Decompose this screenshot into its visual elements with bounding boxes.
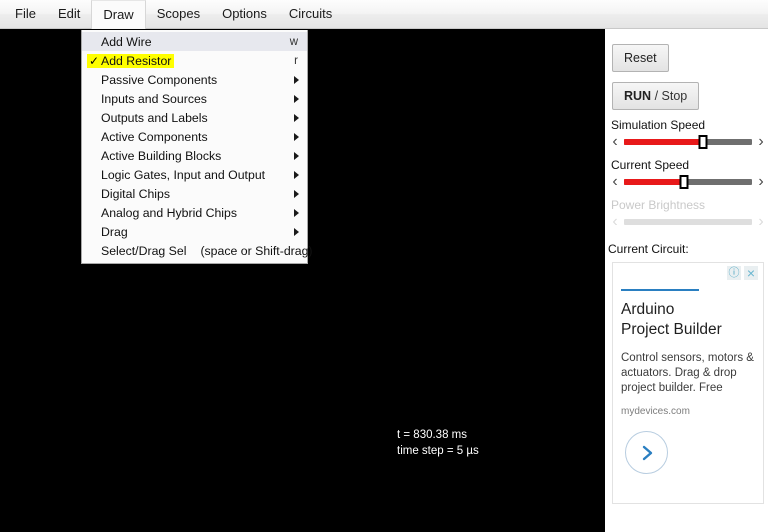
menu-options[interactable]: Options: [211, 0, 278, 29]
submenu-arrow-icon: [294, 208, 299, 217]
sidebar-panel: Reset RUN / Stop Simulation Speed ‹ › Curre…: [605, 29, 768, 532]
sim-timestep-text: time step = 5 µs: [397, 445, 479, 457]
ad-close-icon[interactable]: ×: [744, 266, 758, 280]
stop-label: / Stop: [651, 89, 688, 103]
checkmark-icon: ✓: [87, 53, 101, 68]
menu-item-active-building-blocks[interactable]: Active Building Blocks: [82, 146, 307, 165]
menu-item-label: Drag: [101, 224, 128, 239]
slider-label: Power Brightness: [611, 198, 706, 212]
menu-item-active-components[interactable]: Active Components: [82, 127, 307, 146]
slider-thumb[interactable]: [698, 134, 708, 149]
slider-row: ‹ ›: [608, 173, 768, 190]
chevron-left-icon[interactable]: ‹: [608, 173, 622, 190]
ad-info-icon[interactable]: ⓘ: [727, 266, 741, 280]
ad-title-line: Project Builder: [621, 321, 722, 338]
sim-time-text: t = 830.38 ms: [397, 429, 467, 441]
slider-track: [624, 218, 752, 225]
simulation-status: t = 830.38 ms time step = 5 µs: [397, 427, 479, 459]
advertisement-box[interactable]: ⓘ × Arduino Project Builder Control senso…: [612, 262, 764, 504]
menu-file[interactable]: File: [4, 0, 47, 29]
submenu-arrow-icon: [294, 113, 299, 122]
submenu-arrow-icon: [294, 94, 299, 103]
slider-group-simulation-speed: Simulation Speed ‹ ›: [608, 118, 768, 150]
submenu-arrow-icon: [294, 170, 299, 179]
menu-item-logic-gates-input-and-output[interactable]: Logic Gates, Input and Output: [82, 165, 307, 184]
menu-item-digital-chips[interactable]: Digital Chips: [82, 184, 307, 203]
slider-label: Simulation Speed: [611, 118, 706, 132]
slider-thumb[interactable]: [679, 174, 689, 189]
menu-item-label: Logic Gates, Input and Output: [101, 167, 266, 182]
slider-fill: [624, 178, 685, 185]
slider-group-power-brightness: Power Brightness ‹ ›: [608, 198, 768, 230]
menu-item-label: Active Components: [101, 129, 208, 144]
submenu-arrow-icon: [294, 227, 299, 236]
chevron-right-icon[interactable]: ›: [754, 173, 768, 190]
slider-fill: [624, 138, 704, 145]
menu-item-label: Add Resistor: [100, 53, 175, 68]
sliders-container: Simulation Speed ‹ › Current Speed ‹ › Power B…: [605, 118, 768, 230]
slider-track[interactable]: [624, 174, 752, 189]
submenu-arrow-icon: [294, 189, 299, 198]
slider-track[interactable]: [624, 134, 752, 149]
submenu-arrow-icon: [294, 151, 299, 160]
submenu-arrow-icon: [294, 75, 299, 84]
menu-item-add-resistor[interactable]: ✓ Add Resistor r: [82, 51, 307, 70]
menu-item-add-wire[interactable]: Add Wire w: [82, 32, 307, 51]
menu-item-label: Active Building Blocks: [101, 148, 222, 163]
menu-circuits[interactable]: Circuits: [278, 0, 343, 29]
slider-group-current-speed: Current Speed ‹ ›: [608, 158, 768, 190]
chevron-right-icon[interactable]: ›: [754, 133, 768, 150]
run-label: RUN: [624, 89, 652, 103]
menu-item-select-drag-sel[interactable]: Select/Drag Sel (space or Shift-drag): [82, 241, 313, 260]
ad-domain-text: mydevices.com: [621, 406, 690, 417]
chevron-right-icon: ›: [758, 212, 764, 230]
current-circuit-label: Current Circuit:: [608, 242, 689, 256]
menu-bar: File Edit Draw Scopes Options Circuits: [0, 0, 768, 29]
menu-item-label: Inputs and Sources: [101, 91, 207, 106]
ad-body-text: Control sensors, motors & actuators. Dra…: [621, 352, 754, 394]
chevron-left-icon[interactable]: ‹: [608, 133, 622, 150]
submenu-arrow-icon: [294, 132, 299, 141]
menu-item-label: Select/Drag Sel: [101, 243, 187, 258]
chevron-left-icon: ‹: [612, 212, 618, 230]
menu-item-label: Passive Components: [101, 72, 218, 87]
menu-item-analog-and-hybrid-chips[interactable]: Analog and Hybrid Chips: [82, 203, 307, 222]
menu-item-label: Add Wire: [101, 34, 152, 49]
menu-item-outputs-and-labels[interactable]: Outputs and Labels: [82, 108, 307, 127]
menu-item-label: Analog and Hybrid Chips: [101, 205, 238, 220]
ad-title: Arduino Project Builder: [621, 300, 755, 340]
menu-item-drag[interactable]: Drag: [82, 222, 307, 241]
menu-scopes[interactable]: Scopes: [146, 0, 211, 29]
slider-row: ‹ ›: [608, 213, 768, 230]
run-stop-button[interactable]: RUN / Stop: [612, 82, 700, 110]
menu-edit[interactable]: Edit: [47, 0, 91, 29]
menu-item-hint: (space or Shift-drag): [200, 243, 313, 258]
slider-row: ‹ ›: [608, 133, 768, 150]
menu-item-shortcut: w: [289, 35, 298, 48]
menu-item-label: Outputs and Labels: [101, 110, 208, 125]
ad-controls: ⓘ ×: [727, 266, 758, 280]
slider-label: Current Speed: [611, 158, 690, 172]
ad-cta-chevron-right-icon[interactable]: [625, 431, 668, 474]
menu-item-passive-components[interactable]: Passive Components: [82, 70, 307, 89]
app-window: File Edit Draw Scopes Options Circuits t = 83…: [0, 0, 768, 532]
menu-draw[interactable]: Draw: [91, 0, 146, 29]
ad-title-line: Arduino: [621, 301, 675, 318]
menu-item-label: Digital Chips: [101, 186, 171, 201]
reset-button[interactable]: Reset: [612, 44, 669, 72]
draw-menu-dropdown[interactable]: Add Wire w ✓ Add Resistor r Passive Component…: [81, 30, 313, 264]
menu-item-inputs-and-sources[interactable]: Inputs and Sources: [82, 89, 307, 108]
menu-item-shortcut: r: [294, 54, 298, 67]
ad-accent-rule: [621, 289, 699, 291]
